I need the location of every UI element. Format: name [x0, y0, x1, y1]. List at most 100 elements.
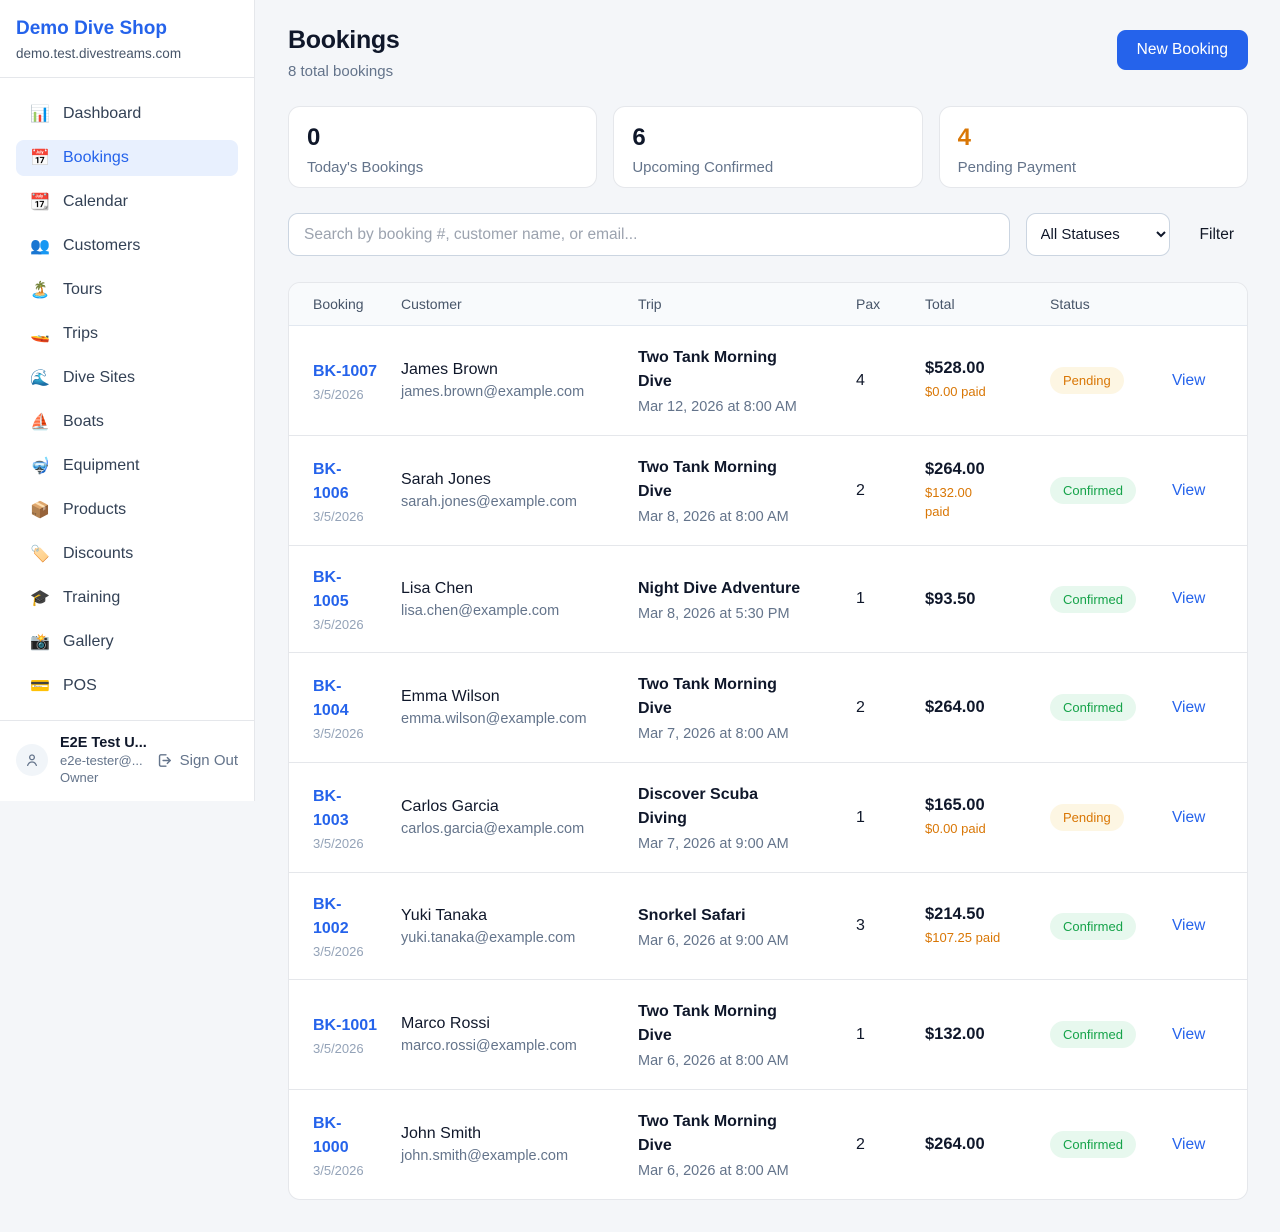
- trip-name: Two Tank Morning Dive: [638, 1110, 848, 1158]
- sidebar-user-section: E2E Test U... e2e-tester@... Owner Sign …: [0, 720, 254, 801]
- sidebar-item-label: Products: [63, 501, 126, 519]
- customer-email: lisa.chen@example.com: [401, 603, 630, 619]
- pax-count: 2: [856, 462, 925, 520]
- customer-name: Emma Wilson: [401, 688, 630, 706]
- trip-datetime: Mar 7, 2026 at 8:00 AM: [638, 726, 848, 742]
- view-link[interactable]: View: [1172, 590, 1205, 607]
- pax-count: 1: [856, 570, 925, 628]
- table-row: BK- 1002 3/5/2026 Yuki Tanaka yuki.tanak…: [289, 872, 1247, 979]
- customer-email: marco.rossi@example.com: [401, 1038, 630, 1054]
- customer-email: sarah.jones@example.com: [401, 494, 630, 510]
- status-badge: Pending: [1050, 367, 1124, 394]
- customer-name: Lisa Chen: [401, 580, 630, 598]
- person-icon: [24, 752, 40, 768]
- status-badge: Confirmed: [1050, 586, 1136, 613]
- graduation-cap-icon: 🎓: [30, 588, 50, 608]
- view-link[interactable]: View: [1172, 1136, 1205, 1153]
- column-header-booking: Booking: [289, 283, 401, 325]
- trip-name: Night Dive Adventure: [638, 577, 848, 601]
- booking-id-link[interactable]: BK- 1002: [313, 896, 349, 937]
- booking-date: 3/5/2026: [313, 1041, 393, 1056]
- search-input[interactable]: [288, 213, 1010, 256]
- wave-icon: 🌊: [30, 368, 50, 388]
- sign-out-label: Sign Out: [180, 752, 238, 769]
- page-title: Bookings: [288, 26, 400, 55]
- table-row: BK- 1006 3/5/2026 Sarah Jones sarah.jone…: [289, 435, 1247, 545]
- booking-id-link[interactable]: BK- 1006: [313, 461, 349, 502]
- stat-card-pending-payment: 4 Pending Payment: [939, 106, 1248, 188]
- column-header-total: Total: [925, 283, 1050, 325]
- customer-email: carlos.garcia@example.com: [401, 821, 630, 837]
- calendar-icon: 📅: [30, 148, 50, 168]
- status-badge: Confirmed: [1050, 913, 1136, 940]
- sidebar-item-training[interactable]: 🎓 Training: [16, 580, 238, 616]
- view-link[interactable]: View: [1172, 917, 1205, 934]
- booking-id-link[interactable]: BK- 1004: [313, 678, 349, 719]
- sidebar-item-label: Tours: [63, 281, 102, 299]
- view-link[interactable]: View: [1172, 482, 1205, 499]
- booking-id-link[interactable]: BK- 1000: [313, 1115, 349, 1156]
- tear-off-calendar-icon: 📆: [30, 192, 50, 212]
- total-amount: $528.00: [925, 359, 1042, 378]
- sidebar-nav: 📊 Dashboard 📅 Bookings 📆 Calendar 👥 Cust…: [0, 78, 254, 720]
- booking-id-link[interactable]: BK-1007: [313, 363, 377, 380]
- trip-datetime: Mar 12, 2026 at 8:00 AM: [638, 399, 848, 415]
- sidebar-item-tours[interactable]: 🏝️ Tours: [16, 272, 238, 308]
- bookings-count: 8 total bookings: [288, 63, 400, 80]
- sidebar-item-equipment[interactable]: 🤿 Equipment: [16, 448, 238, 484]
- table-row: BK- 1000 3/5/2026 John Smith john.smith@…: [289, 1089, 1247, 1199]
- total-amount: $264.00: [925, 1135, 1042, 1154]
- booking-id-link[interactable]: BK- 1005: [313, 569, 349, 610]
- booking-date: 3/5/2026: [313, 1163, 393, 1178]
- booking-id-link[interactable]: BK-1001: [313, 1017, 377, 1034]
- pax-count: 1: [856, 1006, 925, 1064]
- paid-amount: $0.00 paid: [925, 383, 1042, 402]
- view-link[interactable]: View: [1172, 1026, 1205, 1043]
- sidebar-item-boats[interactable]: ⛵ Boats: [16, 404, 238, 440]
- sidebar-item-dashboard[interactable]: 📊 Dashboard: [16, 96, 238, 132]
- view-link[interactable]: View: [1172, 699, 1205, 716]
- table-row: BK- 1004 3/5/2026 Emma Wilson emma.wilso…: [289, 652, 1247, 762]
- sidebar-item-dive-sites[interactable]: 🌊 Dive Sites: [16, 360, 238, 396]
- sidebar-item-calendar[interactable]: 📆 Calendar: [16, 184, 238, 220]
- people-icon: 👥: [30, 236, 50, 256]
- trip-name: Two Tank Morning Dive: [638, 456, 848, 504]
- user-role: Owner: [60, 770, 144, 785]
- shop-domain: demo.test.divestreams.com: [16, 46, 238, 61]
- total-amount: $264.00: [925, 698, 1042, 717]
- pax-count: 2: [856, 679, 925, 737]
- bar-chart-icon: 📊: [30, 104, 50, 124]
- customer-name: John Smith: [401, 1125, 630, 1143]
- sidebar-item-label: Boats: [63, 413, 104, 431]
- sidebar-item-bookings[interactable]: 📅 Bookings: [16, 140, 238, 176]
- sidebar-item-discounts[interactable]: 🏷️ Discounts: [16, 536, 238, 572]
- user-email: e2e-tester@...: [60, 753, 144, 768]
- table-body: BK-1007 3/5/2026 James Brown james.brown…: [289, 326, 1247, 1199]
- customer-email: emma.wilson@example.com: [401, 711, 630, 727]
- total-amount: $165.00: [925, 796, 1042, 815]
- user-meta: E2E Test U... e2e-tester@... Owner: [60, 735, 144, 785]
- shop-name: Demo Dive Shop: [16, 18, 238, 40]
- sidebar-item-customers[interactable]: 👥 Customers: [16, 228, 238, 264]
- sidebar-item-label: Trips: [63, 325, 98, 343]
- trip-datetime: Mar 6, 2026 at 8:00 AM: [638, 1163, 848, 1179]
- table-row: BK- 1005 3/5/2026 Lisa Chen lisa.chen@ex…: [289, 545, 1247, 652]
- sidebar-item-pos[interactable]: 💳 POS: [16, 668, 238, 704]
- sidebar: Demo Dive Shop demo.test.divestreams.com…: [0, 0, 255, 801]
- diving-mask-icon: 🤿: [30, 456, 50, 476]
- sidebar-item-trips[interactable]: 🚤 Trips: [16, 316, 238, 352]
- view-link[interactable]: View: [1172, 372, 1205, 389]
- filter-button[interactable]: Filter: [1186, 218, 1248, 252]
- trip-name: Two Tank Morning Dive: [638, 1000, 848, 1048]
- island-icon: 🏝️: [30, 280, 50, 300]
- sidebar-item-gallery[interactable]: 📸 Gallery: [16, 624, 238, 660]
- paid-amount: $0.00 paid: [925, 820, 1042, 839]
- sign-out-button[interactable]: Sign Out: [156, 752, 238, 769]
- status-badge: Pending: [1050, 804, 1124, 831]
- status-filter-select[interactable]: All Statuses: [1026, 213, 1170, 256]
- view-link[interactable]: View: [1172, 809, 1205, 826]
- new-booking-button[interactable]: New Booking: [1117, 30, 1248, 70]
- customer-name: Marco Rossi: [401, 1015, 630, 1033]
- sidebar-item-products[interactable]: 📦 Products: [16, 492, 238, 528]
- booking-id-link[interactable]: BK- 1003: [313, 788, 349, 829]
